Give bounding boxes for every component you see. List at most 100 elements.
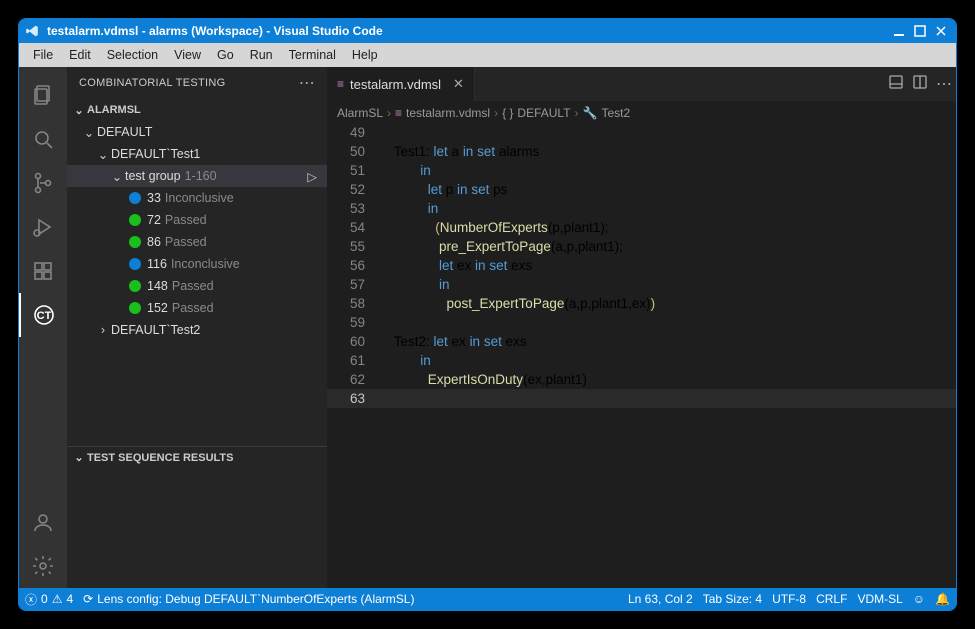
test-status: Passed [165, 213, 207, 227]
svg-text:CT: CT [37, 310, 52, 322]
feedback-icon[interactable]: ☺ [913, 592, 925, 606]
vscode-logo-icon [25, 24, 39, 38]
test-number: 33 [147, 191, 161, 205]
title-bar: testalarm.vdmsl - alarms (Workspace) - V… [19, 19, 956, 43]
menu-go[interactable]: Go [209, 46, 242, 64]
search-icon[interactable] [19, 117, 67, 161]
tree-test1[interactable]: ⌄DEFAULT`Test1 [67, 143, 327, 165]
settings-gear-icon[interactable] [19, 544, 67, 588]
test-result-row[interactable]: 86 Passed [67, 231, 327, 253]
combinatorial-testing-icon[interactable]: CT [19, 293, 67, 337]
editor-tabs: ≡ testalarm.vdmsl ✕ ⋯ [327, 67, 956, 101]
test-status: Inconclusive [171, 257, 240, 271]
run-icon[interactable]: ▷ [307, 169, 317, 184]
close-tab-icon[interactable]: ✕ [453, 76, 464, 92]
test-sequence-label: TEST SEQUENCE RESULTS [87, 452, 233, 464]
sidebar-header: COMBINATORIAL TESTING ⋯ [67, 67, 327, 99]
status-dot-icon [129, 302, 141, 314]
test-result-row[interactable]: 33 Inconclusive [67, 187, 327, 209]
test-status: Passed [172, 279, 214, 293]
status-tabsize[interactable]: Tab Size: 4 [703, 592, 762, 606]
test-number: 148 [147, 279, 168, 293]
extensions-icon[interactable] [19, 249, 67, 293]
error-icon: ⓧ [25, 591, 37, 608]
sync-icon: ⟳ [83, 592, 93, 606]
run-debug-icon[interactable] [19, 205, 67, 249]
tree-test2[interactable]: ›DEFAULT`Test2 [67, 319, 327, 341]
menu-terminal[interactable]: Terminal [281, 46, 344, 64]
status-position[interactable]: Ln 63, Col 2 [628, 592, 693, 606]
menu-help[interactable]: Help [344, 46, 386, 64]
source-control-icon[interactable] [19, 161, 67, 205]
app-window: testalarm.vdmsl - alarms (Workspace) - V… [18, 18, 957, 611]
file-icon: ≡ [337, 77, 344, 91]
status-eol[interactable]: CRLF [816, 592, 847, 606]
chevron-right-icon: › [95, 323, 111, 337]
crumb-symbol[interactable]: Test2 [602, 106, 631, 120]
tab-testalarm[interactable]: ≡ testalarm.vdmsl ✕ [327, 67, 475, 101]
menu-edit[interactable]: Edit [61, 46, 99, 64]
chevron-down-icon: ⌄ [81, 125, 97, 140]
status-encoding[interactable]: UTF-8 [772, 592, 806, 606]
bell-icon[interactable]: 🔔 [935, 592, 950, 606]
menu-view[interactable]: View [166, 46, 209, 64]
breadcrumbs[interactable]: AlarmSL› ≡testalarm.vdmsl› { }DEFAULT› 🔧… [327, 101, 956, 123]
status-bar: ⓧ0⚠4 ⟳Lens config: Debug DEFAULT`NumberO… [19, 588, 956, 610]
test-tree: ⌄DEFAULT ⌄DEFAULT`Test1 ⌄test group1-160… [67, 121, 327, 341]
file-icon: ≡ [395, 106, 402, 120]
crumb-file[interactable]: testalarm.vdmsl [406, 106, 490, 120]
test-status: Inconclusive [165, 191, 234, 205]
split-editor-icon[interactable] [908, 74, 932, 95]
status-dot-icon [129, 236, 141, 248]
chevron-down-icon: ⌄ [71, 451, 87, 464]
editor-area: ≡ testalarm.vdmsl ✕ ⋯ AlarmSL› ≡testalar… [327, 67, 956, 588]
test-status: Passed [165, 235, 207, 249]
status-dot-icon [129, 214, 141, 226]
explorer-icon[interactable] [19, 73, 67, 117]
tree-test-group[interactable]: ⌄test group1-160▷ [67, 165, 327, 187]
test-result-row[interactable]: 116 Inconclusive [67, 253, 327, 275]
braces-icon: { } [502, 106, 513, 120]
maximize-button[interactable] [911, 24, 929, 38]
menu-bar: File Edit Selection View Go Run Terminal… [19, 43, 956, 67]
close-button[interactable] [932, 24, 950, 38]
status-dot-icon [129, 280, 141, 292]
menu-run[interactable]: Run [242, 46, 281, 64]
chevron-down-icon: ⌄ [109, 169, 125, 184]
crumb-module[interactable]: DEFAULT [517, 106, 570, 120]
test-number: 152 [147, 301, 168, 315]
code-editor[interactable]: 4950 Test1: let a in set alarms51 in52 l… [327, 123, 956, 588]
test-number: 72 [147, 213, 161, 227]
warning-icon: ⚠ [52, 592, 63, 606]
project-header[interactable]: ⌄ALARMSL [67, 99, 327, 121]
status-language[interactable]: VDM-SL [857, 592, 902, 606]
sidebar-title: COMBINATORIAL TESTING [79, 77, 225, 89]
window-title: testalarm.vdmsl - alarms (Workspace) - V… [47, 24, 887, 38]
test-result-row[interactable]: 72 Passed [67, 209, 327, 231]
tree-default[interactable]: ⌄DEFAULT [67, 121, 327, 143]
menu-file[interactable]: File [25, 46, 61, 64]
minimize-button[interactable] [890, 24, 908, 38]
test-number: 86 [147, 235, 161, 249]
chevron-down-icon: ⌄ [71, 104, 87, 117]
tab-label: testalarm.vdmsl [350, 77, 441, 92]
sidebar: COMBINATORIAL TESTING ⋯ ⌄ALARMSL ⌄DEFAUL… [67, 67, 327, 588]
status-lens[interactable]: ⟳Lens config: Debug DEFAULT`NumberOfExpe… [83, 592, 414, 606]
test-result-row[interactable]: 148 Passed [67, 275, 327, 297]
status-dot-icon [129, 258, 141, 270]
project-name: ALARMSL [87, 104, 141, 116]
test-sequence-header[interactable]: ⌄TEST SEQUENCE RESULTS [67, 446, 327, 468]
editor-more-icon[interactable]: ⋯ [932, 74, 956, 94]
crumb-project[interactable]: AlarmSL [337, 106, 383, 120]
menu-selection[interactable]: Selection [99, 46, 166, 64]
toggle-panel-icon[interactable] [884, 74, 908, 95]
test-number: 116 [147, 257, 167, 271]
chevron-down-icon: ⌄ [95, 147, 111, 162]
status-errors[interactable]: ⓧ0⚠4 [25, 591, 73, 608]
status-dot-icon [129, 192, 141, 204]
accounts-icon[interactable] [19, 500, 67, 544]
test-status: Passed [172, 301, 214, 315]
more-actions-icon[interactable]: ⋯ [299, 73, 315, 93]
wrench-icon: 🔧 [583, 106, 598, 120]
test-result-row[interactable]: 152 Passed [67, 297, 327, 319]
